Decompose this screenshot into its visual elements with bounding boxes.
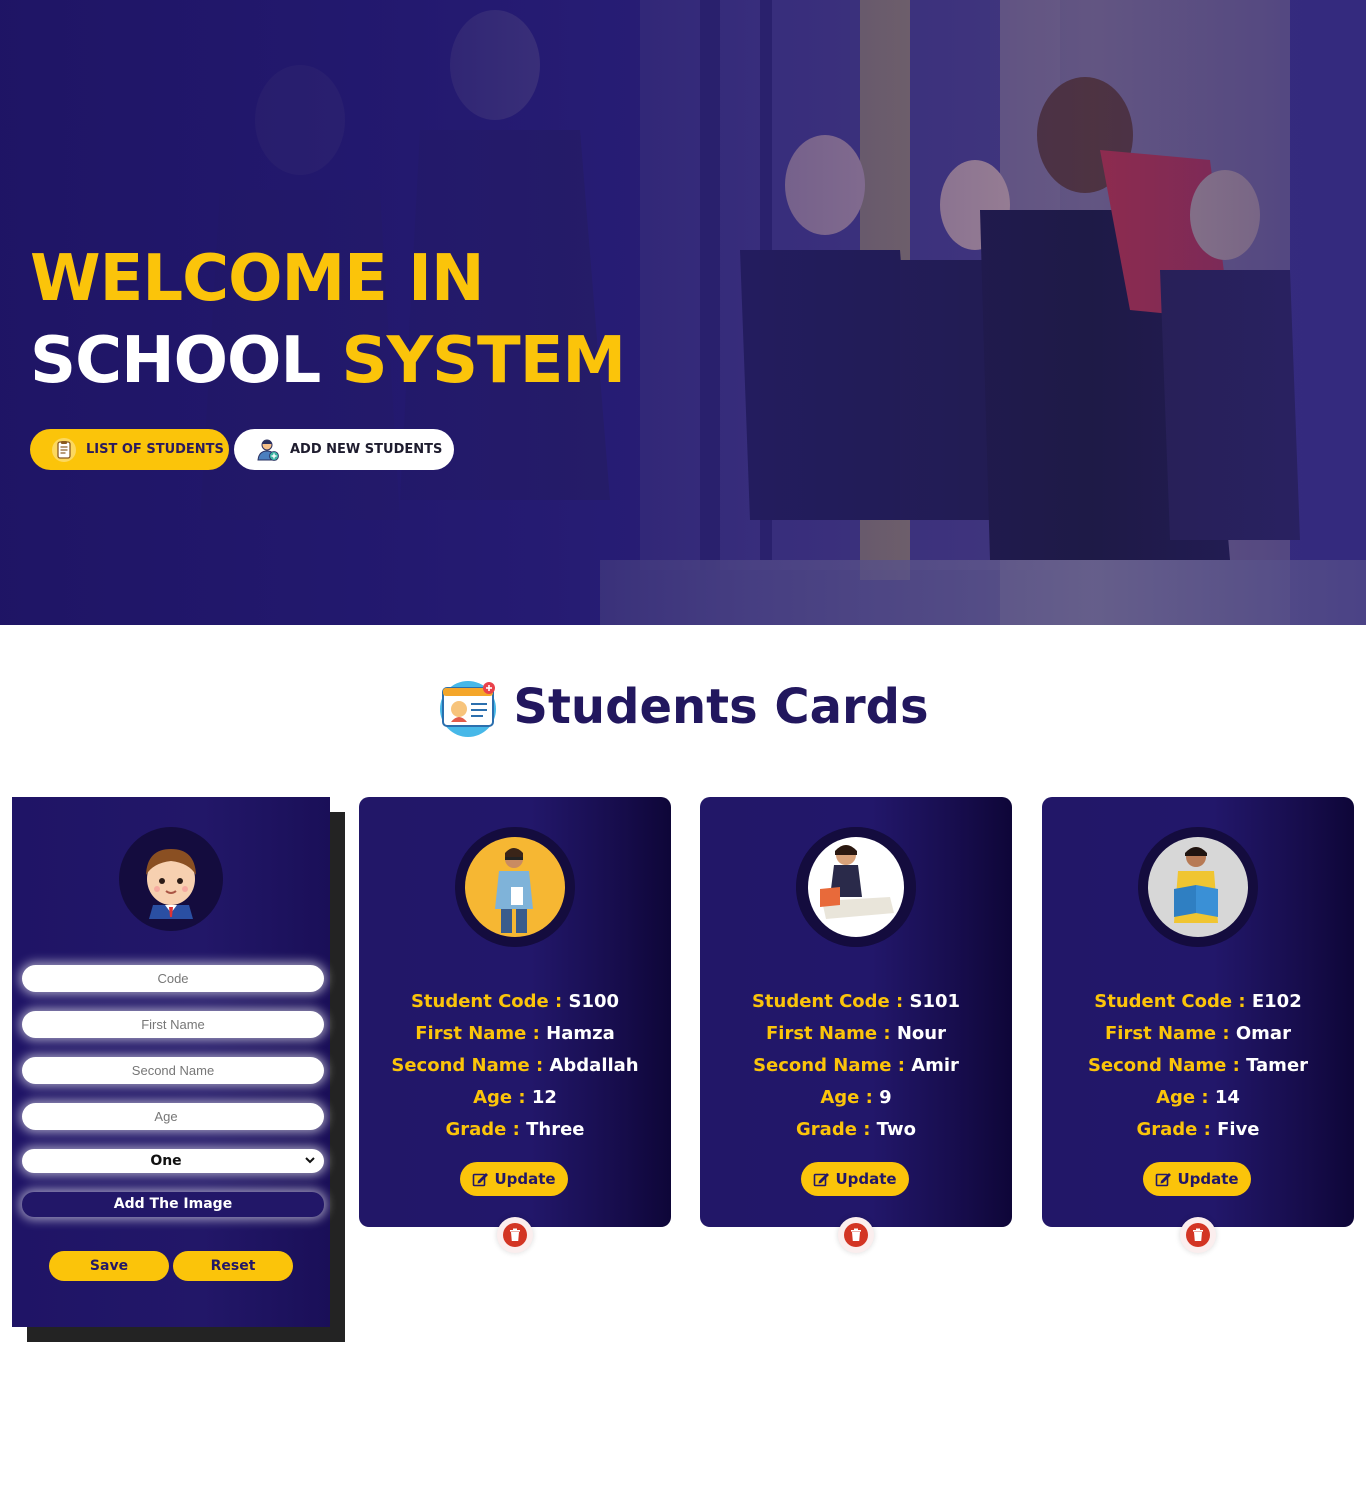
- code-input[interactable]: [22, 965, 324, 992]
- section-header: Students Cards: [0, 672, 1366, 742]
- trash-icon: [510, 1228, 520, 1241]
- student-code-row: Student Code : S101: [751, 991, 961, 1012]
- add-students-button[interactable]: ADD NEW STUDENTS: [234, 429, 454, 470]
- second-name-row: Second Name : Abdallah: [391, 1055, 639, 1076]
- update-button[interactable]: Update: [1143, 1162, 1251, 1196]
- student-details: Student Code : S100 First Name : Hamza S…: [359, 986, 671, 1146]
- student-avatar-icon: [146, 849, 196, 919]
- student-photo: [1138, 827, 1258, 947]
- hero-title: WELCOME IN SCHOOL SYSTEM: [30, 242, 626, 398]
- age-row: Age : 9: [820, 1087, 892, 1108]
- student-photo-icon: [465, 837, 565, 937]
- age-row: Age : 12: [473, 1087, 557, 1108]
- delete-button[interactable]: [1180, 1217, 1216, 1253]
- age-input[interactable]: [22, 1103, 324, 1130]
- student-details: Student Code : S101 First Name : Nour Se…: [700, 986, 1012, 1146]
- student-photo-icon: [796, 827, 916, 947]
- list-students-label: LIST OF STUDENTS: [86, 442, 224, 457]
- student-photo: [455, 827, 575, 947]
- grade-select[interactable]: One: [22, 1149, 324, 1173]
- grade-row: Grade : Five: [1136, 1119, 1260, 1140]
- student-photo: [796, 827, 916, 947]
- hero-banner: WELCOME IN SCHOOL SYSTEM LIST OF STUDENT…: [0, 0, 1366, 625]
- age-row: Age : 14: [1156, 1087, 1240, 1108]
- add-student-form: One Add The Image Save Reset: [12, 797, 330, 1327]
- delete-button[interactable]: [838, 1217, 874, 1253]
- first-name-row: First Name : Nour: [766, 1023, 946, 1044]
- edit-icon: [1156, 1172, 1172, 1186]
- add-image-button[interactable]: Add The Image: [22, 1192, 324, 1217]
- student-card: Student Code : S101 First Name : Nour Se…: [700, 797, 1012, 1227]
- grade-selected-value: One: [150, 1153, 182, 1169]
- reset-button[interactable]: Reset: [173, 1251, 293, 1281]
- section-title: Students Cards: [513, 679, 929, 735]
- student-card: Student Code : E102 First Name : Omar Se…: [1042, 797, 1354, 1227]
- clipboard-icon: [52, 437, 76, 462]
- grade-row: Grade : Three: [445, 1119, 585, 1140]
- student-photo-icon: [1148, 837, 1248, 937]
- update-button[interactable]: Update: [801, 1162, 909, 1196]
- chevron-down-icon: [305, 1157, 315, 1164]
- trash-icon: [1193, 1228, 1203, 1241]
- first-name-row: First Name : Omar: [1105, 1023, 1291, 1044]
- second-name-input[interactable]: [22, 1057, 324, 1084]
- edit-icon: [473, 1172, 489, 1186]
- first-name-row: First Name : Hamza: [415, 1023, 615, 1044]
- second-name-row: Second Name : Tamer: [1087, 1055, 1309, 1076]
- add-students-label: ADD NEW STUDENTS: [290, 442, 443, 457]
- student-code-row: Student Code : E102: [1094, 991, 1302, 1012]
- student-code-row: Student Code : S100: [410, 991, 620, 1012]
- trash-icon: [851, 1228, 861, 1241]
- update-button[interactable]: Update: [460, 1162, 568, 1196]
- save-button[interactable]: Save: [49, 1251, 169, 1281]
- delete-button[interactable]: [497, 1217, 533, 1253]
- edit-icon: [814, 1172, 830, 1186]
- form-avatar: [119, 827, 223, 931]
- add-user-icon: [257, 439, 279, 461]
- student-card: Student Code : S100 First Name : Hamza S…: [359, 797, 671, 1227]
- grade-row: Grade : Two: [796, 1119, 916, 1140]
- list-students-button[interactable]: LIST OF STUDENTS: [30, 429, 229, 470]
- student-details: Student Code : E102 First Name : Omar Se…: [1042, 986, 1354, 1146]
- second-name-row: Second Name : Amir: [753, 1055, 959, 1076]
- first-name-input[interactable]: [22, 1011, 324, 1038]
- id-card-icon: [440, 681, 497, 737]
